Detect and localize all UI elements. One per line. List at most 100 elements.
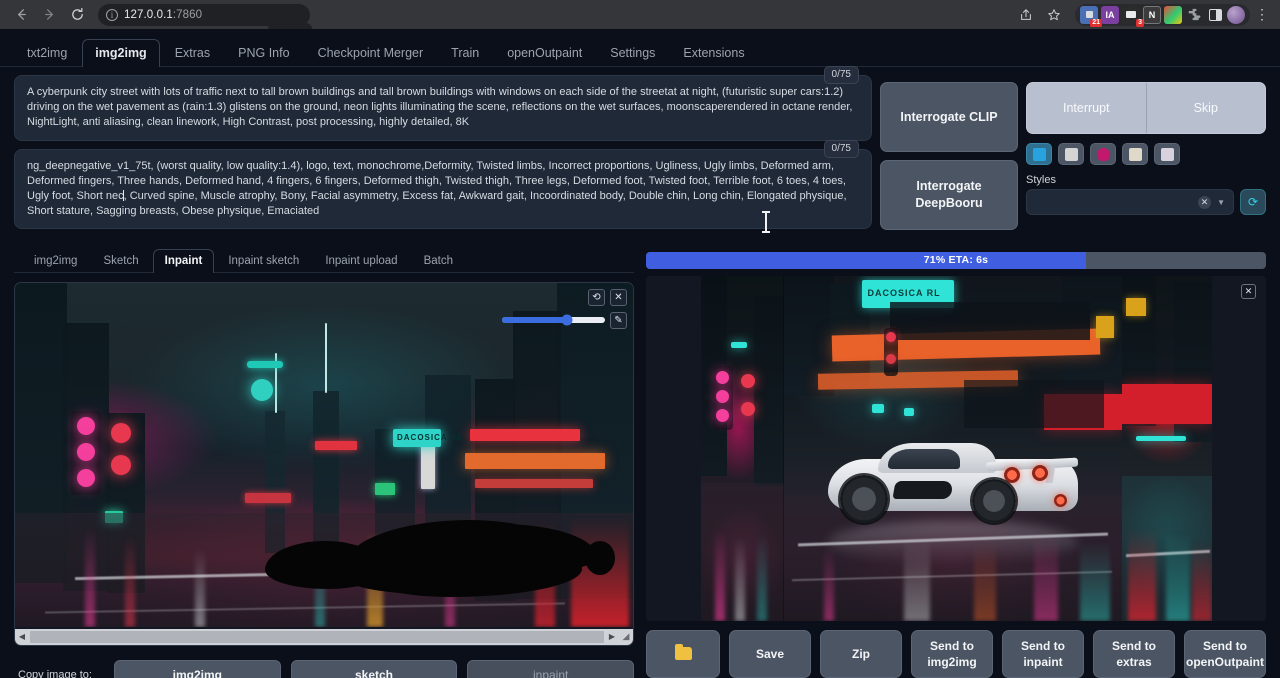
- colorpicker-extension-icon[interactable]: [1164, 6, 1182, 24]
- zip-button[interactable]: Zip: [820, 630, 902, 678]
- copy-image-to-label: Copy image to:: [18, 669, 104, 678]
- tab-txt2img[interactable]: txt2img: [14, 39, 80, 67]
- skip-button[interactable]: Skip: [1146, 83, 1266, 133]
- site-info-icon[interactable]: i: [106, 9, 118, 21]
- copy-to-inpaint-button[interactable]: inpaint: [467, 660, 634, 678]
- restore-progress-glyph: [1033, 148, 1046, 161]
- positive-token-counter: 0/75: [824, 66, 859, 84]
- result-image-area[interactable]: ✕: [646, 276, 1266, 621]
- interrogate-column: Interrogate CLIP Interrogate DeepBooru: [880, 75, 1018, 237]
- interrupt-button[interactable]: Interrupt: [1027, 83, 1146, 133]
- supercar-illustration: [822, 433, 1084, 525]
- interrogate-clip-button[interactable]: Interrogate CLIP: [880, 82, 1018, 152]
- subtab-sketch[interactable]: Sketch: [91, 249, 150, 273]
- brush-size-slider[interactable]: [502, 317, 605, 323]
- canvas-horizontal-scrollbar[interactable]: ◀ ▶ ◢: [15, 629, 633, 645]
- copy-to-img2img-button[interactable]: img2img: [114, 660, 281, 678]
- resize-grip-icon[interactable]: ◢: [619, 631, 633, 642]
- result-strip-left: [701, 276, 784, 621]
- generated-scene-art: DACOSICA RL: [784, 276, 1122, 621]
- undo-icon[interactable]: ⟲: [588, 289, 605, 306]
- scroll-right-arrow-icon[interactable]: ▶: [605, 632, 619, 641]
- tab-settings[interactable]: Settings: [597, 39, 668, 67]
- clear-prompt-glyph: [1065, 148, 1078, 161]
- result-image[interactable]: DACOSICA RL: [784, 276, 1122, 621]
- negative-prompt-box[interactable]: 0/75 ng_deepnegative_v1_75t, (worst qual…: [14, 149, 872, 229]
- ublock-extension-icon[interactable]: 21: [1080, 6, 1098, 24]
- apply-style-icon[interactable]: [1122, 143, 1148, 165]
- globe-extension-icon[interactable]: [1227, 6, 1245, 24]
- clear-prompt-icon[interactable]: [1058, 143, 1084, 165]
- apply-style-glyph: [1129, 148, 1142, 161]
- screenshot-extension-icon[interactable]: 3: [1122, 6, 1140, 24]
- tab-extras[interactable]: Extras: [162, 39, 223, 67]
- positive-prompt-text: A cyberpunk city street with lots of tra…: [27, 85, 859, 131]
- read-generation-params-icon[interactable]: [1090, 143, 1116, 165]
- url-text: 127.0.0.1:7860: [124, 9, 202, 21]
- notion-extension-icon[interactable]: N: [1143, 6, 1161, 24]
- puzzle-extension-icon[interactable]: [1185, 6, 1203, 24]
- subtab-inpaint-upload[interactable]: Inpaint upload: [313, 249, 409, 273]
- close-icon[interactable]: ✕: [1241, 284, 1256, 299]
- kebab-menu-icon[interactable]: ⋮: [1252, 6, 1272, 23]
- inpaint-source-image: DACOSICA RL: [15, 283, 633, 627]
- chevron-down-icon[interactable]: ▼: [1217, 198, 1225, 207]
- img2img-left-pane: img2img Sketch Inpaint Inpaint sketch In…: [14, 243, 634, 667]
- interrogate-deepbooru-button[interactable]: Interrogate DeepBooru: [880, 160, 1018, 230]
- tab-img2img[interactable]: img2img: [82, 39, 159, 67]
- send-to-openoutpaint-button[interactable]: Send to openOutpaint: [1184, 630, 1266, 678]
- copy-image-to-row: Copy image to: img2img sketch inpaint: [14, 660, 634, 678]
- ia-extension-icon[interactable]: IA: [1101, 6, 1119, 24]
- subtab-batch[interactable]: Batch: [412, 249, 465, 273]
- tab-png-info[interactable]: PNG Info: [225, 39, 302, 67]
- positive-prompt-box[interactable]: 0/75 A cyberpunk city street with lots o…: [14, 75, 872, 141]
- tab-checkpoint-merger[interactable]: Checkpoint Merger: [305, 39, 437, 67]
- browser-chrome: i 127.0.0.1:7860 21 IA 3 N: [0, 0, 1280, 29]
- restore-progress-icon[interactable]: [1026, 143, 1052, 165]
- scroll-left-arrow-icon[interactable]: ◀: [15, 632, 29, 641]
- back-arrow-icon[interactable]: [8, 2, 34, 28]
- subtab-inpaint-sketch[interactable]: Inpaint sketch: [216, 249, 311, 273]
- tab-extensions[interactable]: Extensions: [670, 39, 757, 67]
- open-folder-button[interactable]: [646, 630, 720, 678]
- subtab-img2img[interactable]: img2img: [22, 249, 89, 273]
- scrollbar-thumb[interactable]: [30, 631, 604, 643]
- main-content: img2img Sketch Inpaint Inpaint sketch In…: [0, 237, 1280, 667]
- tab-train[interactable]: Train: [438, 39, 492, 67]
- generate-column: Interrupt Skip Styles ✕ ▼ ⟳: [1026, 75, 1266, 237]
- generate-button-row: Interrupt Skip: [1026, 82, 1266, 134]
- copy-to-sketch-button[interactable]: sketch: [291, 660, 458, 678]
- star-icon[interactable]: [1041, 2, 1067, 28]
- brush-size-knob[interactable]: [561, 315, 572, 326]
- left-scene-art: [701, 276, 784, 621]
- cityscape-art: DACOSICA RL: [15, 283, 633, 627]
- forward-arrow-icon[interactable]: [36, 2, 62, 28]
- inpaint-mask-stroke: [585, 541, 615, 575]
- reload-icon[interactable]: [64, 2, 90, 28]
- inpaint-canvas[interactable]: DACOSICA RL: [14, 282, 634, 646]
- subtab-inpaint[interactable]: Inpaint: [153, 249, 215, 273]
- negative-prompt-part2: , Curved spine, Muscle atrophy, Bony, Fa…: [27, 190, 847, 217]
- save-style-icon[interactable]: [1154, 143, 1180, 165]
- right-scene-art: [1122, 276, 1212, 621]
- negative-prompt-text: ng_deepnegative_v1_75t, (worst quality, …: [27, 159, 859, 219]
- styles-dropdown[interactable]: ✕ ▼: [1026, 189, 1234, 215]
- share-icon[interactable]: [1013, 2, 1039, 28]
- clear-icon[interactable]: ✕: [1198, 196, 1211, 209]
- close-icon[interactable]: ✕: [610, 289, 627, 306]
- read-params-glyph: [1097, 148, 1110, 161]
- prompt-tool-buttons: [1026, 143, 1266, 165]
- styles-row: ✕ ▼ ⟳: [1026, 189, 1266, 215]
- result-action-buttons: Save Zip Send to img2img Send to inpaint…: [646, 630, 1266, 678]
- extensions-group: 21 IA 3 N: [1075, 4, 1250, 26]
- refresh-icon[interactable]: ⟳: [1240, 189, 1266, 215]
- send-to-extras-button[interactable]: Send to extras: [1093, 630, 1175, 678]
- send-to-inpaint-button[interactable]: Send to inpaint: [1002, 630, 1084, 678]
- brush-icon[interactable]: ✎: [610, 312, 627, 329]
- tab-openoutpaint[interactable]: openOutpaint: [494, 39, 595, 67]
- generation-progress-bar: 71% ETA: 6s: [646, 252, 1266, 269]
- save-button[interactable]: Save: [729, 630, 811, 678]
- brush-controls: ✎: [502, 312, 627, 329]
- send-to-img2img-button[interactable]: Send to img2img: [911, 630, 993, 678]
- sidepanel-extension-icon[interactable]: [1206, 6, 1224, 24]
